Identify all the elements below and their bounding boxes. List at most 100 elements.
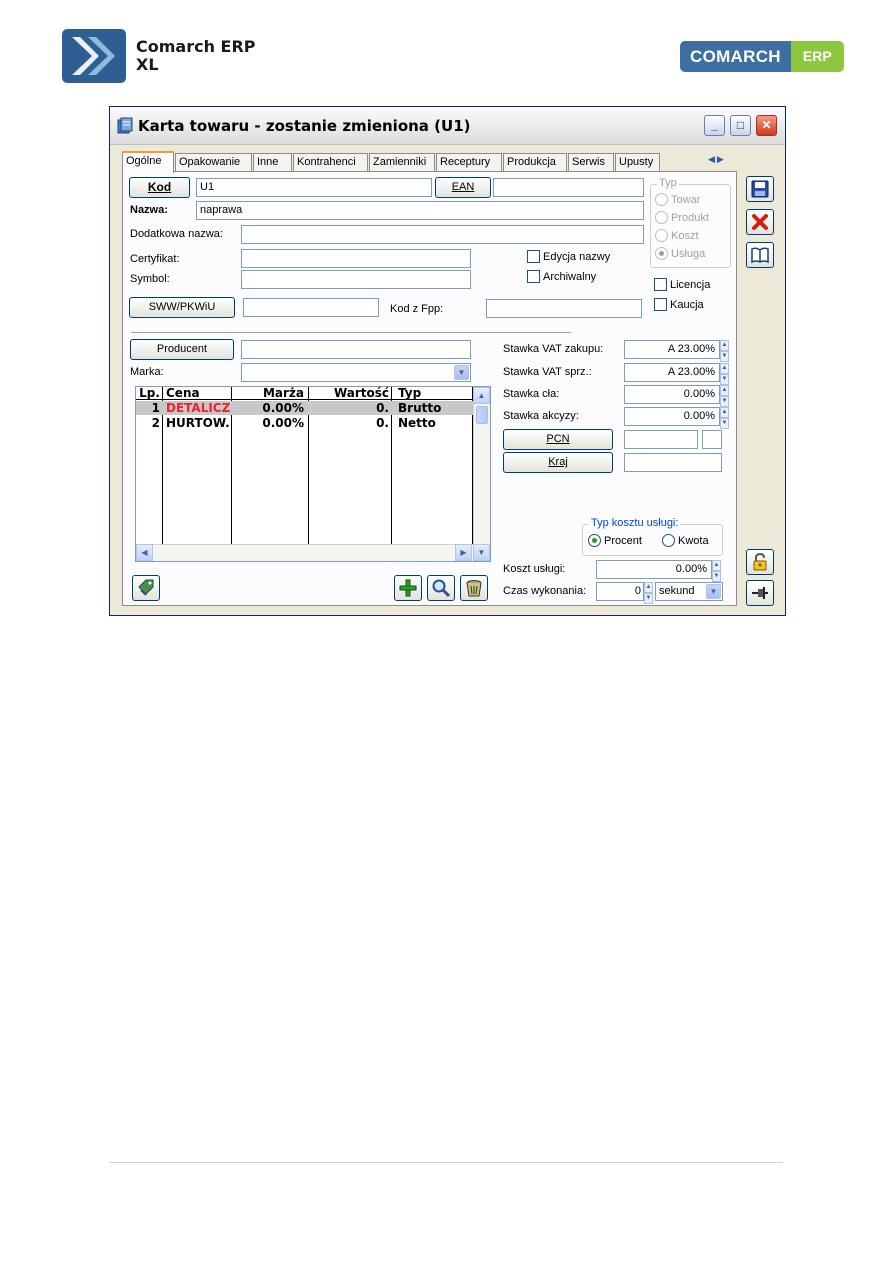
- grid-header-lp[interactable]: Lp.: [136, 387, 163, 400]
- spin-up-icon[interactable]: ▲: [720, 407, 729, 418]
- czas-wykonania-field[interactable]: 0: [596, 582, 644, 601]
- search-price-button[interactable]: [427, 575, 455, 601]
- sww-pkwiu-field[interactable]: [243, 298, 379, 317]
- clo-spinner[interactable]: ▲ ▼: [720, 385, 729, 407]
- spin-down-icon[interactable]: ▼: [720, 351, 729, 362]
- tab-receptury[interactable]: Receptury: [436, 153, 502, 172]
- nazwa-field[interactable]: naprawa: [196, 201, 644, 220]
- typ-towar-radio[interactable]: Towar: [655, 193, 700, 206]
- spin-down-icon[interactable]: ▼: [720, 418, 729, 429]
- grid-vertical-scrollbar[interactable]: ▲: [473, 387, 490, 544]
- spin-down-icon[interactable]: ▼: [720, 396, 729, 407]
- typ-usluga-radio[interactable]: Usługa: [655, 247, 705, 260]
- spin-up-icon[interactable]: ▲: [712, 560, 721, 571]
- tab-right-icon[interactable]: ▶: [717, 154, 726, 164]
- akcyza-spinner[interactable]: ▲ ▼: [720, 407, 729, 429]
- spin-up-icon[interactable]: ▲: [720, 363, 729, 374]
- licencja-box[interactable]: [654, 278, 667, 291]
- kaucja-box[interactable]: [654, 298, 667, 311]
- price-tag-button[interactable]: [132, 575, 160, 601]
- maximize-button[interactable]: □: [730, 115, 751, 136]
- tab-opakowanie[interactable]: Opakowanie: [175, 153, 252, 172]
- vat-zakupu-spinner[interactable]: ▲ ▼: [720, 340, 729, 362]
- akcyza-field[interactable]: 0.00%: [624, 407, 720, 426]
- tab-zamienniki[interactable]: Zamienniki: [369, 153, 435, 172]
- grid-header-marza[interactable]: Marża: [232, 387, 309, 400]
- vat-sprz-field[interactable]: A 23.00%: [624, 363, 720, 382]
- tab-produkcja[interactable]: Produkcja: [503, 153, 567, 172]
- pcn-extra-field[interactable]: [702, 430, 722, 449]
- archiwalny-checkbox[interactable]: Archiwalny: [527, 270, 596, 283]
- kod-field[interactable]: U1: [196, 178, 432, 197]
- koszt-uslugi-field[interactable]: 0.00%: [596, 560, 712, 579]
- archiwalny-box[interactable]: [527, 270, 540, 283]
- typ-produkt-dot[interactable]: [655, 211, 668, 224]
- typ-towar-dot[interactable]: [655, 193, 668, 206]
- tab-upusty[interactable]: Upusty: [615, 153, 660, 172]
- spin-up-icon[interactable]: ▲: [644, 582, 653, 593]
- scroll-down-icon[interactable]: ▼: [473, 544, 490, 561]
- czas-unit-dropdown-icon[interactable]: ▼: [706, 584, 721, 599]
- pin-button[interactable]: [746, 580, 774, 606]
- ean-button[interactable]: EAN: [435, 177, 491, 198]
- typ-produkt-radio[interactable]: Produkt: [655, 211, 709, 224]
- koszt-uslugi-spinner[interactable]: ▲ ▼: [712, 560, 721, 582]
- marka-dropdown-icon[interactable]: ▼: [454, 365, 469, 380]
- lock-button[interactable]: [746, 549, 774, 575]
- grid-header-typ[interactable]: Typ: [392, 387, 473, 400]
- spin-down-icon[interactable]: ▼: [644, 593, 653, 604]
- clo-field[interactable]: 0.00%: [624, 385, 720, 404]
- scroll-left-icon[interactable]: ◀: [136, 544, 153, 561]
- procent-radio[interactable]: Procent: [588, 534, 642, 547]
- grid-header-wartosc[interactable]: Wartość: [309, 387, 392, 400]
- tab-inne[interactable]: Inne: [253, 153, 292, 172]
- kraj-field[interactable]: [624, 453, 722, 472]
- producent-button[interactable]: Producent: [130, 339, 234, 360]
- certyfikat-field[interactable]: [241, 249, 471, 268]
- add-price-button[interactable]: [394, 575, 422, 601]
- pcn-button[interactable]: PCN: [503, 429, 613, 450]
- scroll-right-icon[interactable]: ▶: [455, 544, 472, 561]
- edycja-nazwy-box[interactable]: [527, 250, 540, 263]
- kwota-dot[interactable]: [662, 534, 675, 547]
- table-row[interactable]: 2 HURTOW. 0.00% 0. Netto: [136, 416, 473, 430]
- kraj-button[interactable]: Kraj: [503, 452, 613, 473]
- help-book-button[interactable]: [746, 242, 774, 268]
- save-button[interactable]: [746, 176, 774, 202]
- spin-down-icon[interactable]: ▼: [720, 374, 729, 385]
- tab-ogolne[interactable]: Ogólne: [122, 151, 174, 173]
- scroll-up-icon[interactable]: ▲: [473, 387, 490, 404]
- window-titlebar[interactable]: Karta towaru - zostanie zmieniona (U1) _…: [110, 107, 785, 145]
- spin-down-icon[interactable]: ▼: [712, 571, 721, 582]
- kod-fpp-field[interactable]: [486, 299, 642, 318]
- kaucja-checkbox[interactable]: Kaucja: [654, 298, 704, 311]
- tab-kontrahenci[interactable]: Kontrahenci: [293, 153, 368, 172]
- edycja-nazwy-checkbox[interactable]: Edycja nazwy: [527, 250, 610, 263]
- delete-price-button[interactable]: [460, 575, 488, 601]
- grid-horizontal-scrollbar[interactable]: ◀ ▶: [136, 544, 473, 561]
- table-row[interactable]: 1 DETALICZ 0.00% 0. Brutto: [136, 401, 473, 415]
- marka-select[interactable]: [241, 363, 471, 382]
- typ-usluga-dot[interactable]: [655, 247, 668, 260]
- dodatkowa-nazwa-field[interactable]: [241, 225, 644, 244]
- kwota-radio[interactable]: Kwota: [662, 534, 709, 547]
- procent-dot[interactable]: [588, 534, 601, 547]
- pcn-field[interactable]: [624, 430, 698, 449]
- symbol-field[interactable]: [241, 270, 471, 289]
- spin-up-icon[interactable]: ▲: [720, 340, 729, 351]
- typ-koszt-radio[interactable]: Koszt: [655, 229, 699, 242]
- grid-header-cena[interactable]: Cena: [163, 387, 232, 400]
- tab-left-icon[interactable]: ◀: [708, 154, 717, 164]
- czas-spinner[interactable]: ▲ ▼: [644, 582, 653, 604]
- sww-pkwiu-button[interactable]: SWW/PKWiU: [129, 297, 235, 318]
- kod-button[interactable]: Kod: [129, 177, 190, 198]
- price-grid[interactable]: Lp. Cena Marża Wartość Typ 1 DETALICZ 0.…: [135, 386, 491, 562]
- producent-field[interactable]: [241, 340, 471, 359]
- cancel-button[interactable]: [746, 209, 774, 235]
- vat-zakupu-field[interactable]: A 23.00%: [624, 340, 720, 359]
- spin-up-icon[interactable]: ▲: [720, 385, 729, 396]
- tab-scroll-arrows[interactable]: ◀▶: [708, 154, 726, 165]
- minimize-button[interactable]: _: [704, 115, 725, 136]
- close-button[interactable]: ✕: [756, 115, 777, 136]
- grid-vscroll-thumb[interactable]: [476, 406, 488, 424]
